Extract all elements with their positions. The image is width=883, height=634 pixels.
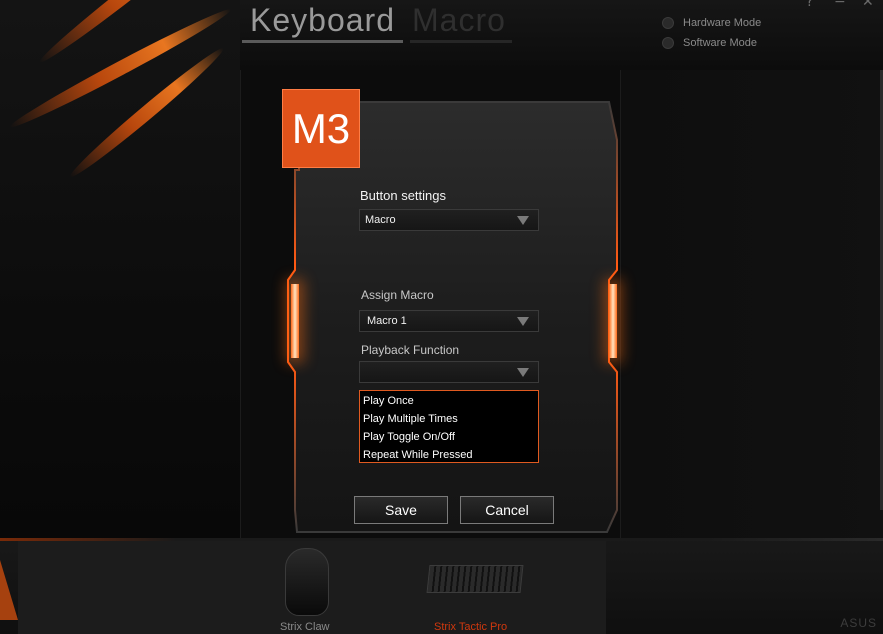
playback-option-play-multiple[interactable]: Play Multiple Times <box>363 410 538 428</box>
playback-option-play-once[interactable]: Play Once <box>363 392 538 410</box>
keyboard-device-image[interactable] <box>426 565 524 593</box>
button-settings-label: Button settings <box>360 188 446 203</box>
claw-mark-3 <box>65 43 228 183</box>
hardware-mode-label: Hardware Mode <box>683 17 762 29</box>
save-button[interactable]: Save <box>354 496 448 524</box>
chevron-down-icon <box>517 317 529 326</box>
assign-macro-select[interactable]: Macro 1 <box>359 310 539 332</box>
button-settings-select[interactable]: Macro <box>359 209 539 231</box>
chevron-down-icon <box>517 368 529 377</box>
close-icon[interactable]: ✕ <box>862 0 874 10</box>
device-bar-corner-accent <box>0 560 18 620</box>
playback-options-list: Play Once Play Multiple Times Play Toggl… <box>359 390 539 463</box>
mouse-device-image[interactable] <box>285 548 329 616</box>
playback-function-select[interactable] <box>359 361 539 383</box>
macro-key-badge: M3 <box>282 89 360 168</box>
tab-keyboard[interactable]: Keyboard <box>242 2 403 43</box>
chevron-down-icon <box>517 216 529 225</box>
cancel-button[interactable]: Cancel <box>460 496 554 524</box>
software-mode-option[interactable]: Software Mode <box>662 37 757 49</box>
software-mode-label: Software Mode <box>683 37 757 49</box>
software-mode-radio[interactable] <box>662 37 674 49</box>
minimize-icon[interactable]: − <box>834 0 846 10</box>
background-left-panel <box>0 0 240 540</box>
hardware-mode-option[interactable]: Hardware Mode <box>662 17 761 29</box>
device-name-strix-claw[interactable]: Strix Claw <box>280 621 330 633</box>
brand-logo: ASUS <box>840 616 877 630</box>
device-name-strix-tactic-pro[interactable]: Strix Tactic Pro <box>434 621 507 633</box>
playback-function-label: Playback Function <box>361 343 460 357</box>
assign-macro-value: Macro 1 <box>367 315 407 327</box>
right-edge-glow <box>609 284 617 358</box>
tab-macro[interactable]: Macro <box>410 2 512 43</box>
playback-option-repeat-while-pressed[interactable]: Repeat While Pressed <box>363 446 538 464</box>
assign-macro-label: Assign Macro <box>361 288 434 302</box>
button-settings-value: Macro <box>365 214 396 226</box>
help-icon[interactable]: ? <box>806 0 813 10</box>
left-edge-glow <box>291 284 299 358</box>
hardware-mode-radio[interactable] <box>662 17 674 29</box>
right-panel <box>620 70 883 540</box>
playback-option-toggle[interactable]: Play Toggle On/Off <box>363 428 538 446</box>
